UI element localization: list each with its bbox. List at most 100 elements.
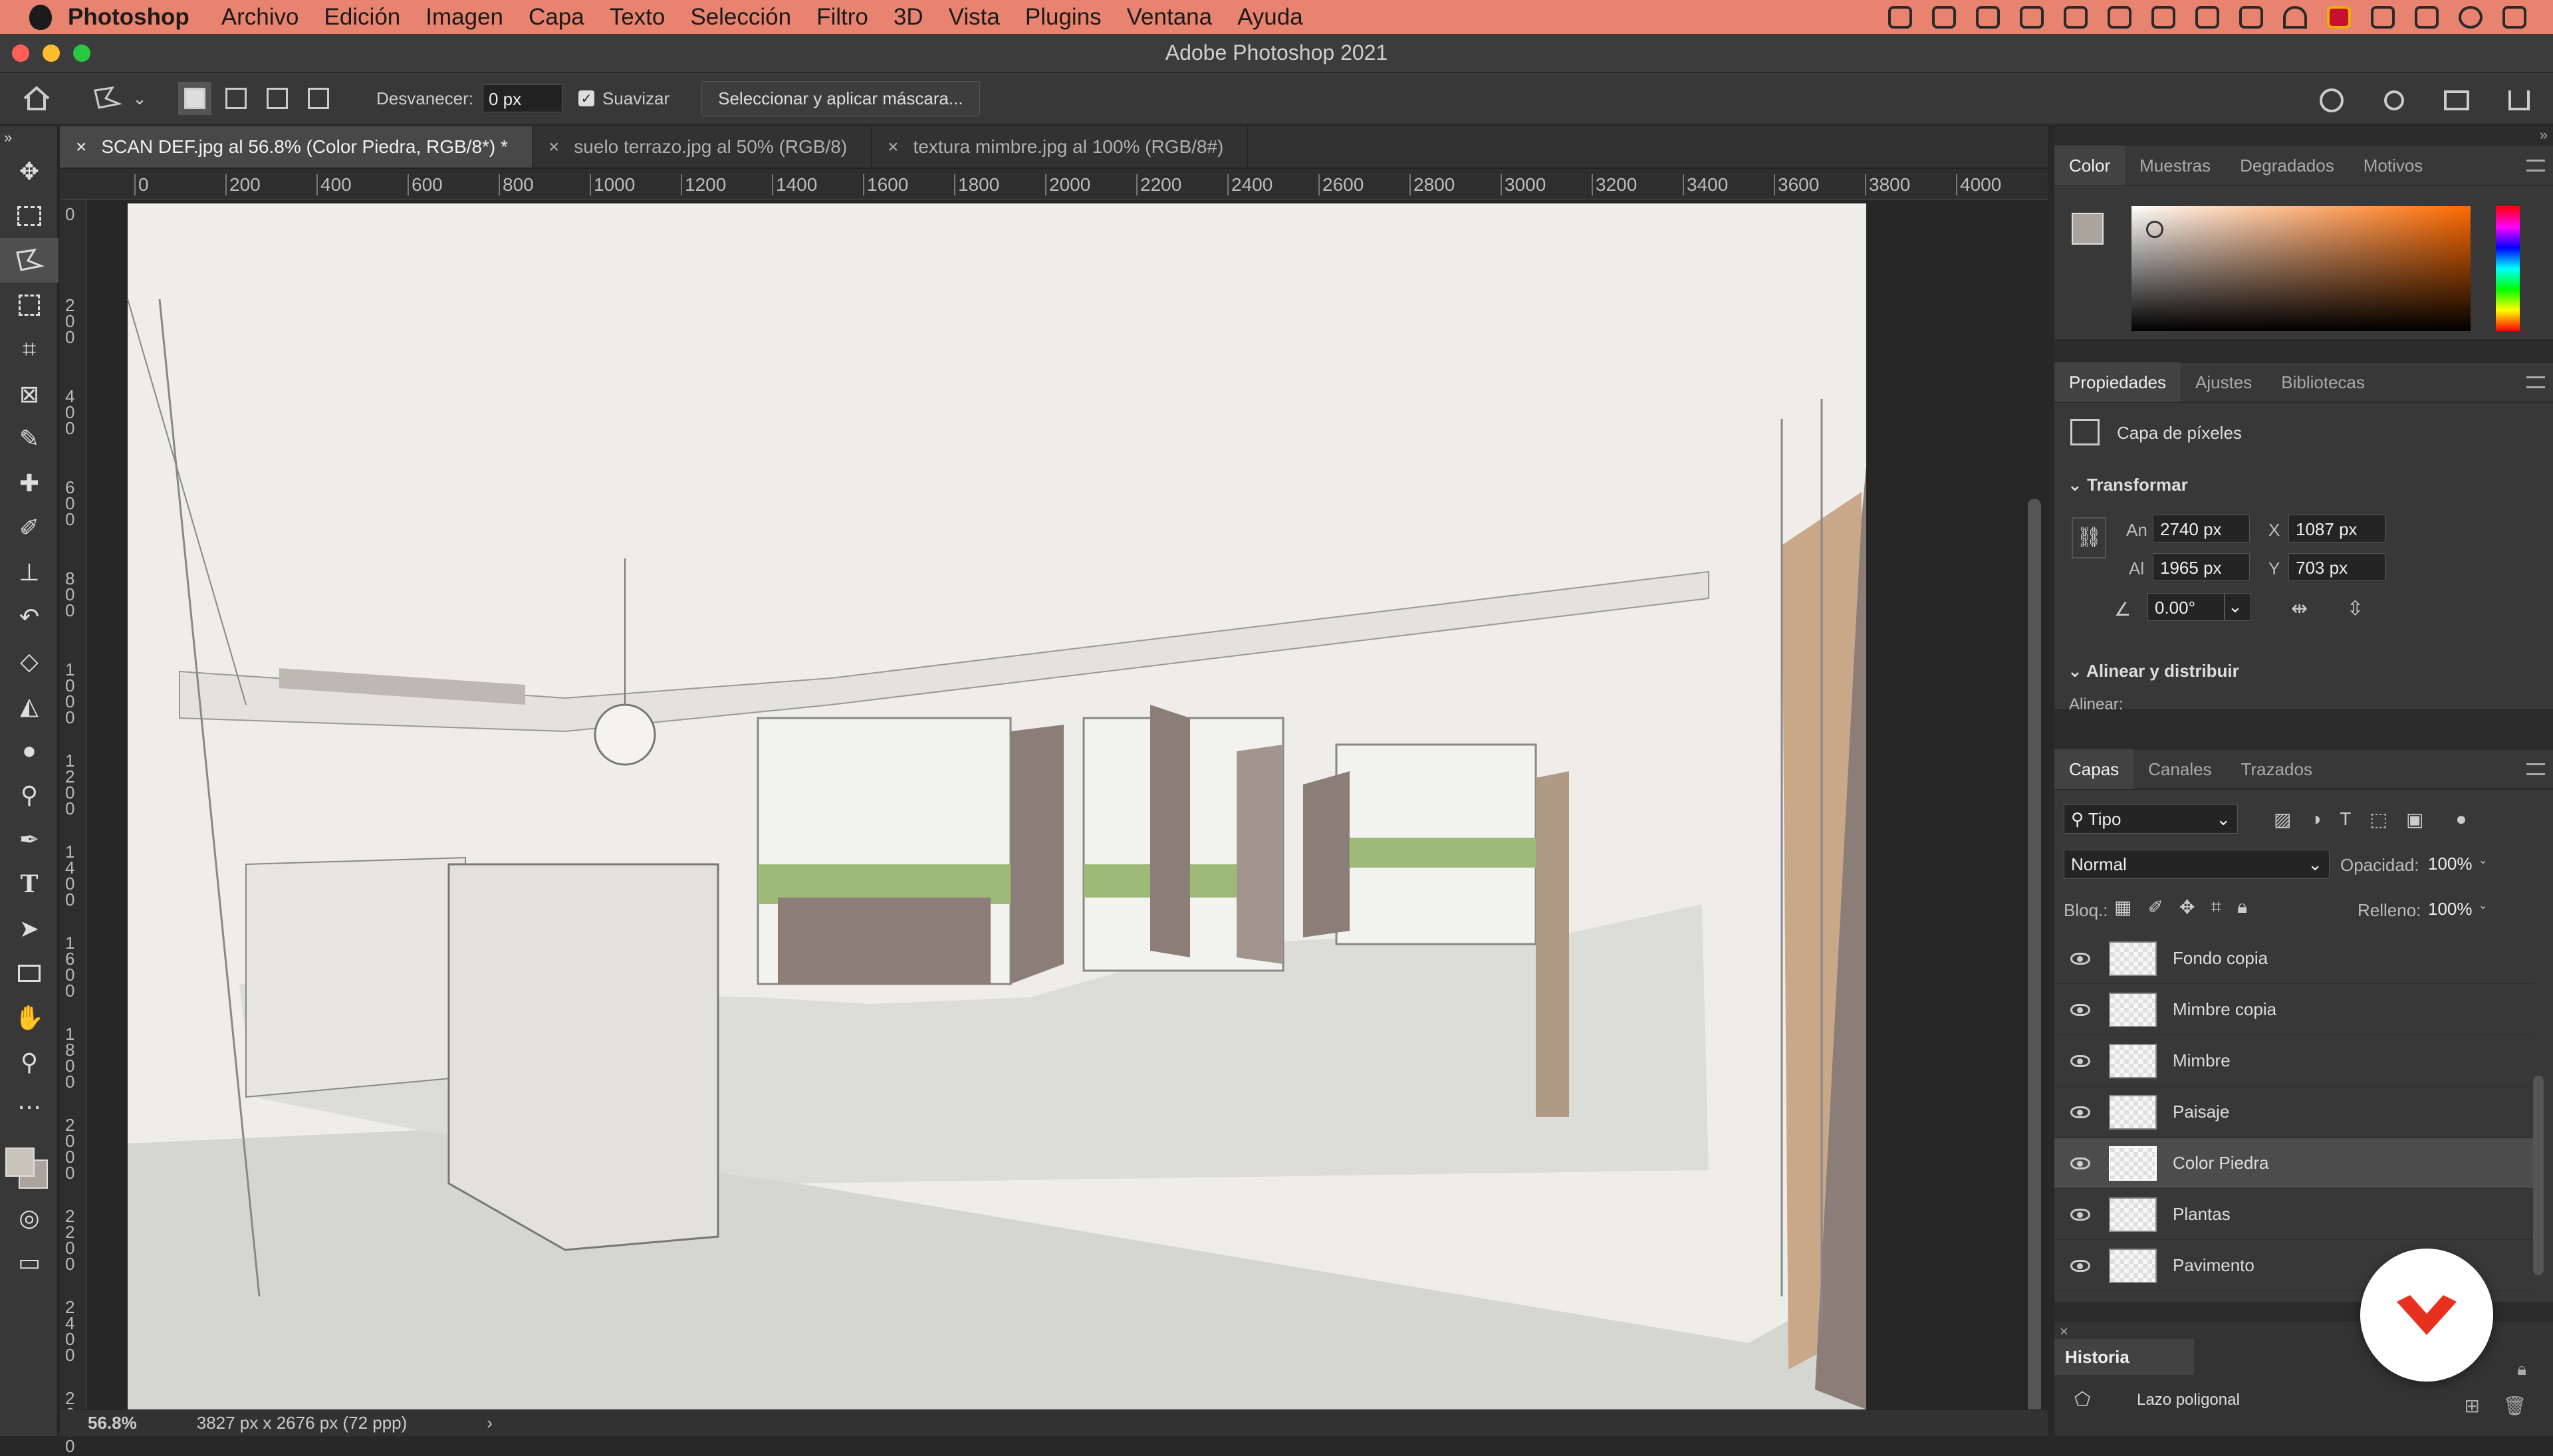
chevron-right-icon[interactable]: ›: [487, 1413, 493, 1433]
tab-suelo-terrazo[interactable]: × suelo terrazo.jpg al 50% (RGB/8): [533, 126, 872, 168]
visibility-eye-icon[interactable]: [2070, 1259, 2090, 1272]
frame-tool-icon[interactable]: ⊠: [0, 372, 59, 416]
new-snapshot-icon[interactable]: ⊞: [2465, 1395, 2480, 1417]
tab-scan-def[interactable]: × SCAN DEF.jpg al 56.8% (Color Piedra, RG…: [60, 126, 533, 168]
tray-app-icon[interactable]: [2020, 5, 2044, 29]
visibility-eye-icon[interactable]: [2070, 1054, 2090, 1067]
tray-app-icon[interactable]: [2108, 5, 2131, 29]
type-tool-icon[interactable]: T: [0, 862, 59, 906]
panel-menu-icon[interactable]: [2526, 160, 2545, 172]
tray-app-icon[interactable]: [1888, 5, 1912, 29]
antialias-checkbox[interactable]: ✓: [578, 90, 594, 106]
tray-app-icon[interactable]: [2151, 5, 2175, 29]
filter-adjustment-icon[interactable]: ◑: [2310, 808, 2321, 830]
visibility-eye-icon[interactable]: [2070, 1157, 2090, 1169]
tab-motivos[interactable]: Motivos: [2349, 146, 2438, 185]
polygonal-lasso-preset-icon[interactable]: [90, 82, 124, 115]
control-center-icon[interactable]: [2502, 5, 2526, 29]
tab-historia[interactable]: Historia: [2054, 1339, 2194, 1375]
flip-horizontal-icon[interactable]: ⇹: [2291, 597, 2308, 620]
layer-filter-select[interactable]: ⚲ Tipo ⌄: [2064, 804, 2238, 834]
align-section-title[interactable]: ⌄ Alinear y distribuir: [2068, 661, 2239, 681]
spotlight-search-icon[interactable]: [2459, 5, 2483, 29]
y-field[interactable]: 703 px: [2288, 553, 2385, 581]
zoom-tool-icon[interactable]: ⚲: [0, 1040, 59, 1084]
learn-icon[interactable]: [2315, 84, 2348, 117]
layer-row-color-piedra[interactable]: Color Piedra: [2054, 1138, 2533, 1189]
tab-trazados[interactable]: Trazados: [2227, 749, 2327, 789]
menu-texto[interactable]: Texto: [610, 4, 666, 31]
menu-plugins[interactable]: Plugins: [1025, 4, 1102, 31]
intersect-selection-icon[interactable]: [302, 82, 335, 115]
move-tool-icon[interactable]: ✥: [0, 149, 59, 193]
menu-app-name[interactable]: Photoshop: [68, 4, 189, 31]
tab-propiedades[interactable]: Propiedades: [2054, 362, 2181, 402]
quick-mask-icon[interactable]: ◎: [0, 1195, 59, 1240]
tray-app-icon[interactable]: [2064, 5, 2088, 29]
angle-field[interactable]: 0.00°: [2147, 593, 2225, 621]
document-size[interactable]: 3827 px x 2676 px (72 ppp): [197, 1413, 408, 1433]
foreground-color-swatch[interactable]: [5, 1148, 35, 1177]
lock-position-icon[interactable]: ✥: [2179, 896, 2195, 918]
select-and-mask-button[interactable]: Seleccionar y aplicar máscara...: [701, 80, 980, 116]
pen-tool-icon[interactable]: ✒: [0, 817, 59, 862]
apple-icon[interactable]: [29, 4, 52, 30]
tab-degradados[interactable]: Degradados: [2225, 146, 2349, 185]
volume-icon[interactable]: [2415, 5, 2439, 29]
wifi-icon[interactable]: [2283, 5, 2307, 29]
blur-tool-icon[interactable]: ●: [0, 728, 59, 773]
screen-mode-icon[interactable]: ▭: [0, 1240, 59, 1284]
tray-app-icon[interactable]: [2239, 5, 2263, 29]
eyedropper-tool-icon[interactable]: ✎: [0, 416, 59, 461]
home-icon[interactable]: [20, 82, 53, 115]
path-selection-tool-icon[interactable]: ➤: [0, 906, 59, 951]
lock-pixels-icon[interactable]: ✐: [2147, 896, 2163, 918]
collapse-arrows-icon[interactable]: »: [2540, 126, 2548, 144]
tab-color[interactable]: Color: [2054, 146, 2126, 185]
clone-stamp-tool-icon[interactable]: ⊥: [0, 550, 59, 594]
layers-scrollbar[interactable]: [2533, 1076, 2544, 1275]
filter-pixel-icon[interactable]: ▨: [2274, 808, 2291, 830]
tab-ajustes[interactable]: Ajustes: [2181, 362, 2266, 402]
lock-all-icon[interactable]: 🔒︎: [2237, 896, 2247, 918]
height-field[interactable]: 1965 px: [2153, 553, 2250, 581]
tray-app-icon[interactable]: [2195, 5, 2219, 29]
visibility-eye-icon[interactable]: [2070, 952, 2090, 965]
filter-toggle-icon[interactable]: ●: [2455, 808, 2467, 830]
layer-row-mimbre[interactable]: Mimbre: [2054, 1036, 2533, 1086]
document-image[interactable]: [86, 199, 2048, 1409]
blend-mode-select[interactable]: Normal ⌄: [2064, 850, 2330, 879]
subtract-from-selection-icon[interactable]: [261, 82, 294, 115]
visibility-eye-icon[interactable]: [2070, 1106, 2090, 1118]
rectangle-tool-icon[interactable]: [0, 951, 59, 995]
close-tab-icon[interactable]: ×: [76, 136, 86, 158]
search-icon[interactable]: [2377, 84, 2411, 117]
crop-tool-icon[interactable]: ⌗: [0, 327, 59, 372]
opacity-slider-toggle[interactable]: ⌄: [2479, 854, 2487, 867]
object-selection-tool-icon[interactable]: [0, 283, 59, 327]
brush-tool-icon[interactable]: ✐: [0, 505, 59, 550]
share-icon[interactable]: [2502, 84, 2536, 117]
filter-type-icon[interactable]: T: [2340, 808, 2351, 830]
flip-vertical-icon[interactable]: ⇳: [2347, 597, 2364, 620]
menu-vista[interactable]: Vista: [949, 4, 1000, 31]
lock-artboard-icon[interactable]: ⌗: [2211, 896, 2221, 918]
hue-slider[interactable]: [2496, 206, 2520, 331]
flag-icon[interactable]: [2327, 5, 2351, 29]
layer-row-fondo-copia[interactable]: Fondo copia: [2054, 933, 2533, 984]
angle-dropdown[interactable]: ⌄: [2225, 593, 2251, 621]
tray-app-icon[interactable]: [1976, 5, 2000, 29]
color-picker-cursor[interactable]: [2146, 221, 2163, 238]
opacity-field[interactable]: 100%: [2421, 850, 2477, 879]
fg-color-chip[interactable]: [2072, 213, 2104, 245]
tab-textura-mimbre[interactable]: × textura mimbre.jpg al 100% (RGB/8#): [872, 126, 1249, 168]
hand-tool-icon[interactable]: ✋: [0, 995, 59, 1040]
chevron-down-icon[interactable]: ⌄: [132, 82, 148, 115]
menu-edicion[interactable]: Edición: [324, 4, 400, 31]
lock-icon[interactable]: 🔒︎: [2517, 1359, 2526, 1380]
more-tools-icon[interactable]: ⋯: [0, 1084, 59, 1129]
close-tab-icon[interactable]: ×: [888, 136, 898, 158]
close-panel-icon[interactable]: ×: [2060, 1323, 2068, 1340]
feather-input[interactable]: 0 px: [482, 84, 562, 112]
layer-row-mimbre-copia[interactable]: Mimbre copia: [2054, 985, 2533, 1035]
